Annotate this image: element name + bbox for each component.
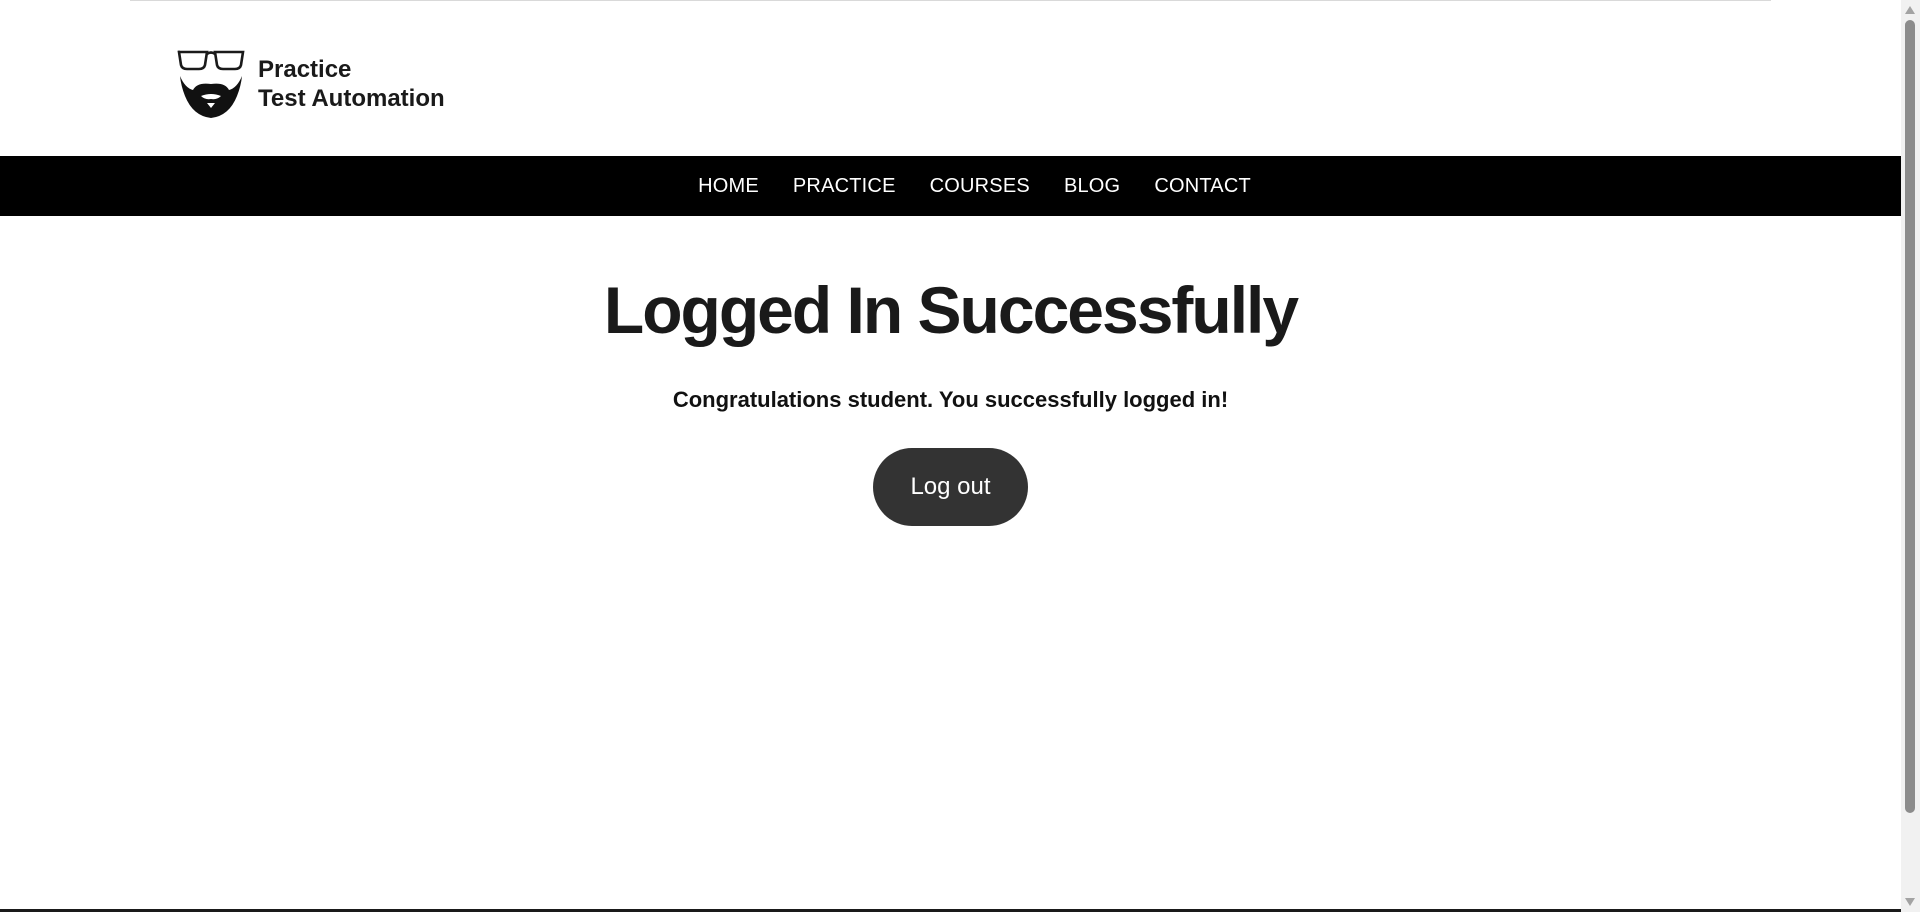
- scroll-down-arrow-icon[interactable]: [1905, 898, 1915, 906]
- page-title: Logged In Successfully: [603, 273, 1299, 347]
- scrollbar-thumb[interactable]: [1905, 20, 1915, 813]
- nav-item-practice[interactable]: PRACTICE: [793, 175, 896, 197]
- glasses-beard-icon: [177, 50, 245, 118]
- site-header: Practice Test Automation: [0, 0, 1901, 156]
- nav-item-home[interactable]: HOME: [698, 175, 759, 197]
- nav-item-courses[interactable]: COURSES: [930, 175, 1030, 197]
- scroll-up-arrow-icon[interactable]: [1905, 6, 1915, 14]
- page: Practice Test Automation HOME PRACTICE C…: [0, 0, 1920, 912]
- success-message: Congratulations student. You successfull…: [672, 386, 1229, 412]
- logo-text: Practice Test Automation: [258, 55, 445, 113]
- logo-line-1: Practice: [258, 56, 352, 83]
- nav-list: HOME PRACTICE COURSES BLOG CONTACT: [698, 175, 1251, 198]
- nav-item-contact[interactable]: CONTACT: [1154, 175, 1251, 197]
- main-navigation: HOME PRACTICE COURSES BLOG CONTACT: [0, 156, 1901, 216]
- vertical-scrollbar[interactable]: [1901, 0, 1920, 912]
- logo-line-2: Test Automation: [258, 85, 445, 112]
- main-content: Logged In Successfully Congratulations s…: [0, 216, 1901, 526]
- nav-item-blog[interactable]: BLOG: [1064, 175, 1120, 197]
- site-logo[interactable]: Practice Test Automation: [177, 48, 445, 120]
- logout-button[interactable]: Log out: [873, 447, 1028, 526]
